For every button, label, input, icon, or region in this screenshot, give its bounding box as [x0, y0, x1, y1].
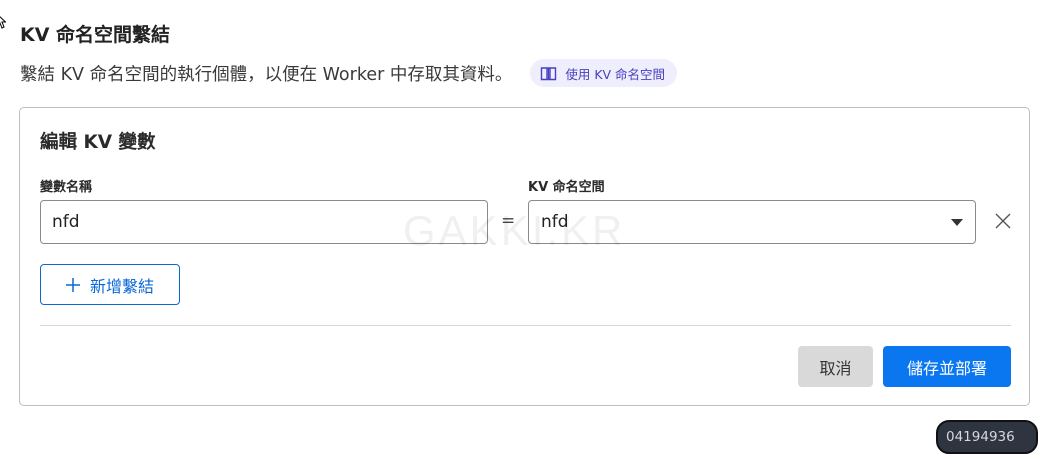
- docs-link-label: 使用 KV 命名空間: [565, 66, 666, 82]
- add-binding-button[interactable]: 新增繫結: [40, 264, 180, 305]
- mouse-cursor-icon: [0, 16, 6, 29]
- book-icon: [541, 66, 557, 80]
- equals-sign: =: [501, 211, 516, 231]
- caret-down-icon: [951, 218, 963, 226]
- divider: [40, 325, 1011, 326]
- page-description-row: 繫結 KV 命名空間的執行個體，以便在 Worker 中存取其資料。 使用 KV…: [20, 58, 678, 88]
- page-title: KV 命名空間繫結: [20, 24, 171, 46]
- kv-namespace-selected-value: nfd: [541, 212, 569, 232]
- variable-name-label: 變數名稱: [40, 180, 93, 195]
- page-description: 繫結 KV 命名空間的執行個體，以便在 Worker 中存取其資料。: [20, 64, 513, 85]
- save-and-deploy-button[interactable]: 儲存並部署: [883, 346, 1011, 387]
- kv-namespace-label: KV 命名空間: [528, 180, 605, 195]
- cancel-button[interactable]: 取消: [798, 346, 873, 387]
- remove-binding-button[interactable]: [992, 210, 1014, 232]
- id-badge: 04194936: [936, 420, 1038, 454]
- plus-icon: [65, 277, 80, 292]
- variable-name-input[interactable]: [40, 200, 488, 244]
- edit-kv-variable-card: 編輯 KV 變數 變數名稱 KV 命名空間 = nfd 新增繫結 取消 儲存並部…: [19, 107, 1030, 406]
- card-title: 編輯 KV 變數: [40, 132, 156, 153]
- docs-link[interactable]: 使用 KV 命名空間: [530, 59, 678, 87]
- add-binding-label: 新增繫結: [89, 276, 154, 296]
- close-icon: [995, 213, 1011, 229]
- kv-namespace-select[interactable]: nfd: [528, 200, 976, 244]
